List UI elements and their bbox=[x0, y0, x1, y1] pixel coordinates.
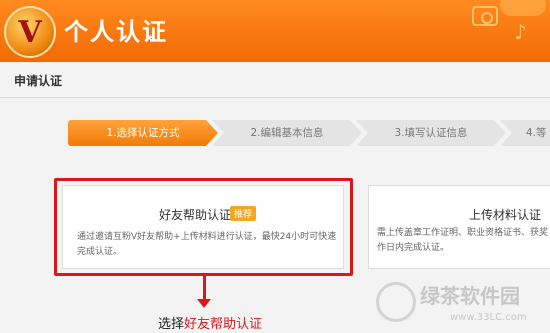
watermark-logo-icon bbox=[376, 282, 416, 322]
upload-materials-verification-card[interactable]: 上传材料认证 需上传盖章工作证明、职业资格证书、获奖 作日内完成认证。 bbox=[368, 185, 550, 269]
card-title: 上传材料认证 bbox=[469, 208, 542, 222]
step-wait: 4.等 bbox=[500, 120, 550, 146]
arrow-head-icon bbox=[197, 299, 211, 308]
watermark: 绿茶软件园 www.33LC.com bbox=[376, 276, 550, 333]
step-choose-method[interactable]: 1.选择认证方式 bbox=[68, 120, 218, 146]
instruction-caption: 选择好友帮助认证 bbox=[158, 313, 262, 332]
card-description-line: 作日内完成认证。 bbox=[377, 243, 450, 253]
watermark-url: www.33LC.com bbox=[450, 312, 527, 323]
highlight-frame bbox=[54, 178, 353, 276]
camera-decoration-icon bbox=[472, 6, 498, 26]
card-description: 需上传盖章工作证明、职业资格证书、获奖 作日内完成认证。 bbox=[377, 226, 549, 256]
caption-highlight: 好友帮助认证 bbox=[184, 317, 263, 332]
cloud-decoration-icon bbox=[500, 0, 546, 16]
step-fill-verification-info: 3.填写认证信息 bbox=[356, 120, 506, 146]
page-title: 个人认证 bbox=[64, 18, 168, 46]
section-title: 申请认证 bbox=[14, 74, 63, 88]
step-edit-basic-info: 2.编辑基本信息 bbox=[212, 120, 362, 146]
card-description-line: 需上传盖章工作证明、职业资格证书、获奖 bbox=[377, 228, 549, 238]
music-note-decoration-icon: ♪ bbox=[514, 20, 527, 44]
caption-prefix: 选择 bbox=[158, 317, 185, 332]
divider bbox=[0, 97, 550, 98]
weibo-v-logo-icon: V bbox=[4, 6, 56, 58]
watermark-text: 绿茶软件园 bbox=[420, 284, 520, 308]
app-header: V 个人认证 ♪ bbox=[0, 0, 550, 62]
logo-letter: V bbox=[18, 14, 42, 50]
